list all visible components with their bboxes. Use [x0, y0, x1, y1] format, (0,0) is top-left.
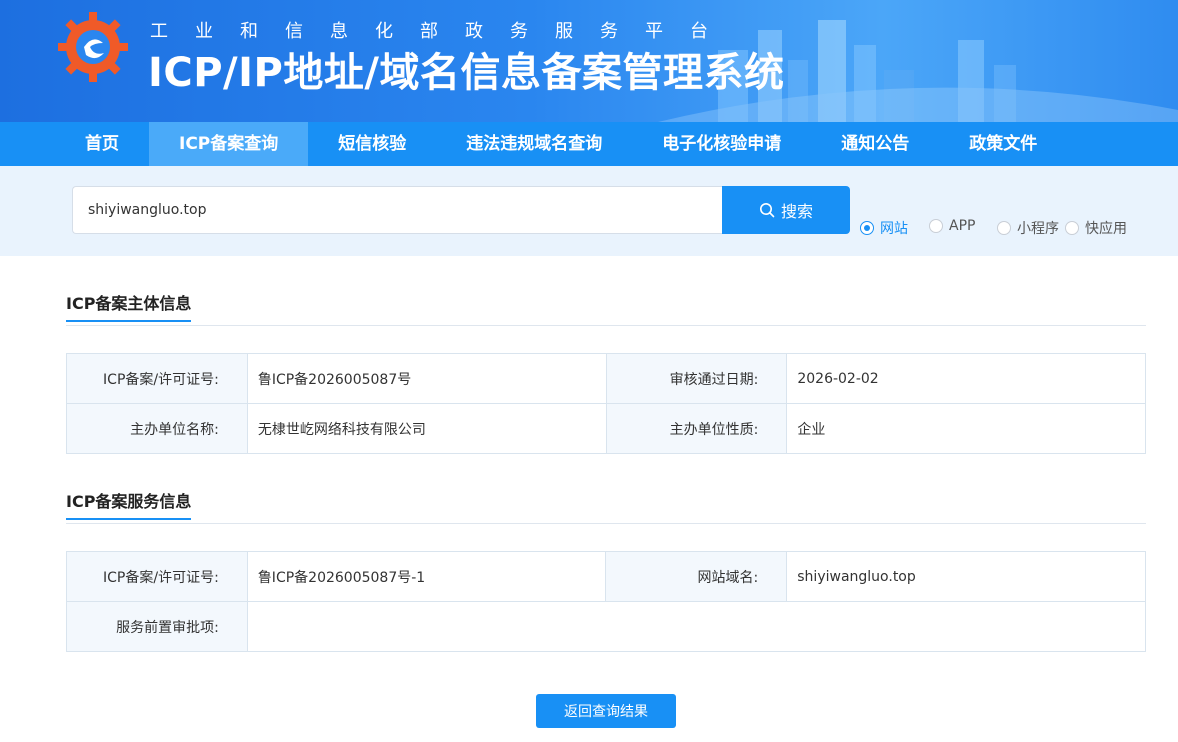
search-button[interactable]: 搜索 — [722, 186, 850, 234]
nav-item-sms-verify[interactable]: 短信核验 — [308, 122, 436, 166]
domain-label: 网站域名: — [605, 551, 788, 602]
service-info-title: ICP备案服务信息 — [66, 488, 192, 520]
site-header: 工业和信息化部政务服务平台 ICP/IP地址/域名信息备案管理系统 — [0, 0, 1178, 122]
radio-unchecked-icon — [929, 219, 943, 233]
radio-miniprogram[interactable]: 小程序 — [997, 218, 1059, 238]
subject-info-title: ICP备案主体信息 — [66, 290, 192, 322]
nav-item-home[interactable]: 首页 — [55, 122, 149, 166]
nav-item-e-verify-apply[interactable]: 电子化核验申请 — [632, 122, 811, 166]
system-title: ICP/IP地址/域名信息备案管理系统 — [148, 50, 785, 96]
search-button-label: 搜索 — [780, 202, 813, 221]
back-to-results-button[interactable]: 返回查询结果 — [536, 694, 676, 728]
radio-unchecked-icon — [997, 221, 1011, 235]
radio-quickapp-label: 快应用 — [1085, 221, 1127, 237]
org-name-value: 无棣世屹网络科技有限公司 — [246, 403, 607, 454]
nav-item-notices[interactable]: 通知公告 — [811, 122, 939, 166]
nav-item-policies[interactable]: 政策文件 — [939, 122, 1067, 166]
radio-quickapp[interactable]: 快应用 — [1065, 218, 1127, 238]
search-icon — [759, 203, 775, 218]
service-info-table: ICP备案/许可证号: 鲁ICP备2026005087号-1 网站域名: shi… — [66, 551, 1147, 652]
radio-checked-icon — [860, 221, 874, 235]
service-license-value: 鲁ICP备2026005087号-1 — [246, 551, 607, 602]
approve-date-value: 2026-02-02 — [786, 353, 1146, 404]
search-band: 搜索 网站 APP 小程序 快应用 — [0, 166, 1178, 256]
subject-info-table: ICP备案/许可证号: 鲁ICP备2026005087号 审核通过日期: 202… — [66, 353, 1146, 454]
radio-miniprogram-label: 小程序 — [1017, 221, 1059, 237]
nav-item-illegal-domain-query[interactable]: 违法违规域名查询 — [436, 122, 632, 166]
main-nav: 首页 ICP备案查询 短信核验 违法违规域名查询 电子化核验申请 通知公告 政策… — [0, 122, 1178, 166]
table-row: 主办单位名称: 无棣世屹网络科技有限公司 主办单位性质: 企业 — [66, 403, 1146, 454]
radio-website[interactable]: 网站 — [860, 218, 908, 238]
search-input[interactable] — [72, 186, 724, 234]
radio-app[interactable]: APP — [929, 218, 975, 234]
table-row: ICP备案/许可证号: 鲁ICP备2026005087号 审核通过日期: 202… — [66, 353, 1146, 404]
preapproval-value — [246, 601, 1147, 652]
approve-date-label: 审核通过日期: — [605, 353, 788, 404]
table-row: 服务前置审批项: — [66, 601, 1147, 652]
preapproval-label: 服务前置审批项: — [66, 601, 248, 652]
table-row: ICP备案/许可证号: 鲁ICP备2026005087号-1 网站域名: shi… — [66, 551, 1146, 602]
org-type-label: 主办单位性质: — [605, 403, 788, 454]
license-value: 鲁ICP备2026005087号 — [246, 353, 607, 404]
service-info-section-header: ICP备案服务信息 — [66, 488, 1146, 524]
radio-unchecked-icon — [1065, 221, 1079, 235]
service-license-label: ICP备案/许可证号: — [66, 551, 248, 602]
subject-info-section-header: ICP备案主体信息 — [66, 290, 1146, 326]
nav-item-icp-query[interactable]: ICP备案查询 — [149, 122, 309, 166]
government-gear-logo-icon — [58, 12, 128, 82]
radio-app-label: APP — [949, 218, 976, 234]
org-type-value: 企业 — [786, 403, 1146, 454]
org-name-label: 主办单位名称: — [66, 403, 248, 454]
radio-website-label: 网站 — [880, 221, 908, 237]
license-label: ICP备案/许可证号: — [66, 353, 248, 404]
domain-value: shiyiwangluo.top — [786, 551, 1146, 602]
